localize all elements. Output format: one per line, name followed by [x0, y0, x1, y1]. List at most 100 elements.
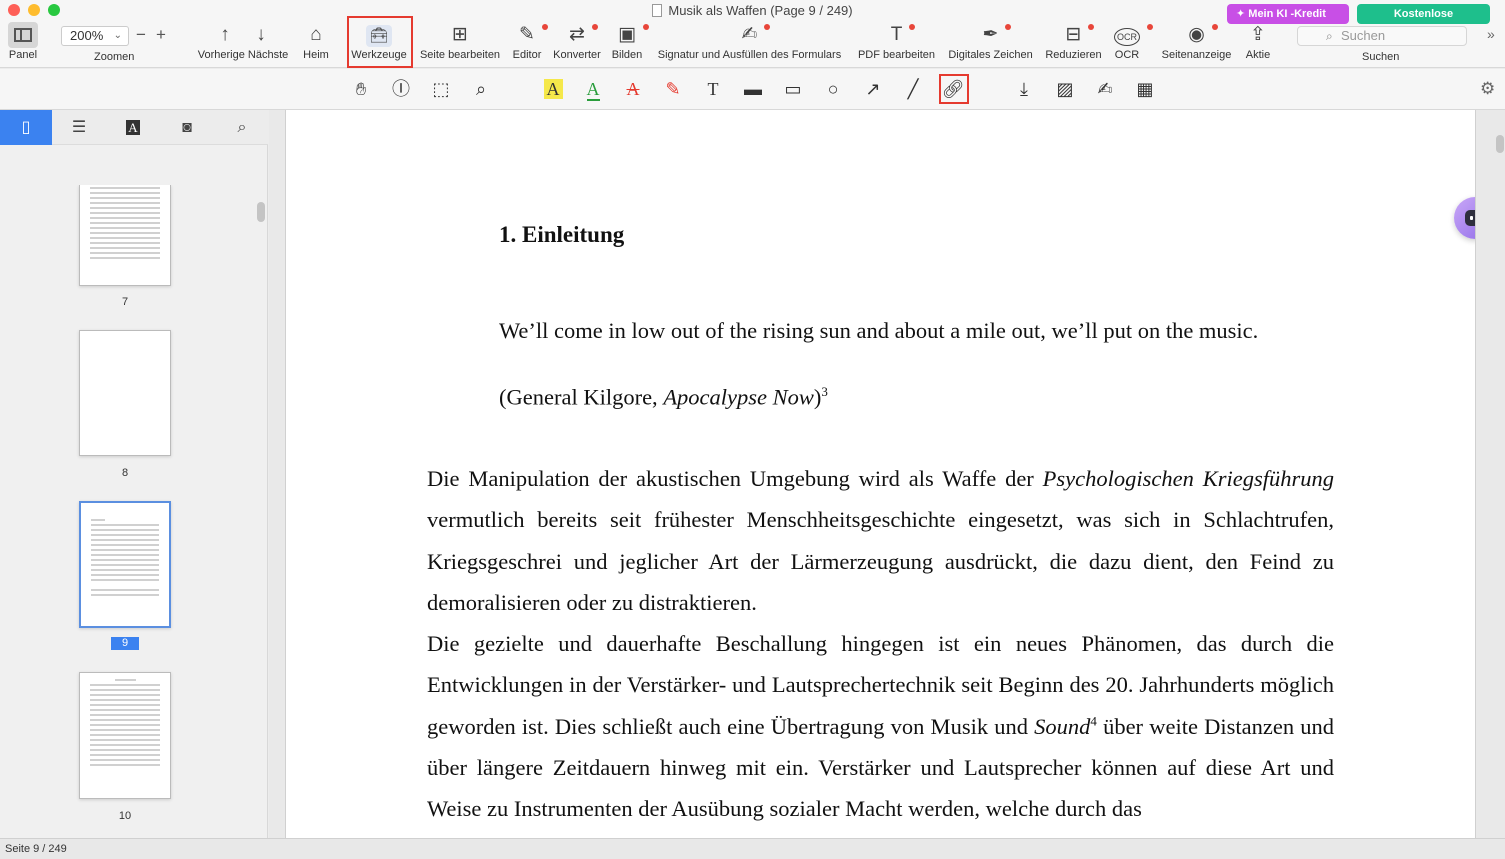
panel-button[interactable]: Panel	[6, 22, 40, 66]
table-icon[interactable]: ▦	[1132, 77, 1158, 101]
signature-icon[interactable]: ✍	[1092, 77, 1118, 101]
digital-sign-button[interactable]: ✒ Digitales Zeichen	[944, 22, 1037, 66]
search-icon: ⌕	[237, 119, 247, 136]
section-heading: 1. Einleitung	[499, 222, 625, 247]
image-button[interactable]: ▣ Bilden	[609, 22, 649, 66]
editor-button[interactable]: ✎ Editor	[510, 22, 548, 66]
text-cursor-icon: T	[855, 22, 938, 48]
page-thumbnail-8[interactable]	[79, 330, 171, 456]
insert-image-icon[interactable]: ▨	[1052, 77, 1078, 101]
arrow-up-icon[interactable]: ↑	[220, 24, 230, 45]
sign-fill-form-button[interactable]: ✍ Signatur und Ausfüllen des Formulars	[650, 22, 849, 66]
reduce-label: Reduzieren	[1045, 49, 1102, 61]
circle-icon[interactable]: ○	[820, 77, 846, 101]
zoom-area-icon[interactable]: ⌕	[468, 77, 494, 101]
edit-page-button[interactable]: ⊞ Seite bearbeiten	[416, 22, 504, 66]
share-button[interactable]: ⇪ Aktie	[1243, 22, 1273, 66]
prev-next-label: Vorherige Nächste	[197, 49, 289, 61]
gear-icon[interactable]: ⚙	[1480, 79, 1495, 99]
ai-credit-button[interactable]: ✦ Mein KI -Kredit	[1227, 4, 1349, 24]
page-view-button[interactable]: ◉ Seitenanzeige	[1158, 22, 1235, 66]
page-thumbnail-10[interactable]	[79, 672, 171, 799]
pdf-page[interactable]: 1. Einleitung We’ll come in low out of t…	[285, 110, 1476, 838]
zoom-value: 200%	[70, 28, 104, 43]
ai-assistant-button[interactable]	[1454, 197, 1475, 239]
free-trial-button[interactable]: Kostenlose Testphase	[1357, 4, 1490, 40]
area-select-icon[interactable]: ⬚	[428, 77, 454, 101]
footnote-ref-3[interactable]: 3	[821, 384, 828, 399]
prev-next-buttons: ↑ ↓ Vorherige Nächste	[193, 22, 293, 66]
page-icon: ▯	[21, 119, 31, 136]
comment-icon[interactable]: ▬	[740, 77, 766, 101]
underline-text-icon[interactable]: A	[580, 77, 606, 101]
page-thumbnail-7[interactable]	[79, 185, 171, 286]
sidebar-tabs: ▯ ☰ A ◙ ⌕	[0, 110, 268, 145]
page-number-8: 8	[121, 467, 129, 479]
search-input[interactable]: ⌕ Suchen	[1297, 26, 1467, 46]
prev-next-icons: ↑ ↓	[193, 22, 293, 48]
arrow-icon[interactable]: ↗	[860, 77, 886, 101]
text-box-icon[interactable]: T	[700, 77, 726, 101]
home-button[interactable]: ⌂ Heim	[300, 22, 332, 66]
thumbnail-list[interactable]: 7 8 9 10	[0, 185, 255, 838]
panel-label: Panel	[8, 49, 38, 61]
select-text-icon[interactable]: Ⓘ	[388, 77, 414, 101]
source-prefix: (General Kilgore,	[499, 384, 664, 410]
edit-page-label: Seite bearbeiten	[419, 49, 501, 61]
tab-fonts[interactable]: A	[107, 110, 159, 145]
hand-tool-icon[interactable]: ✋︎	[348, 77, 374, 101]
reduce-button[interactable]: ⊟ Reduzieren	[1043, 22, 1104, 66]
sidebar-scrollbar[interactable]	[257, 202, 265, 222]
tab-thumbnails[interactable]: ▯	[0, 110, 52, 145]
tab-snapshot[interactable]: ◙	[161, 110, 213, 145]
stamp-icon[interactable]: ⤓	[1011, 77, 1037, 101]
page-view-label: Seitenanzeige	[1161, 49, 1232, 61]
document-viewport[interactable]: 1. Einleitung We’ll come in low out of t…	[269, 110, 1505, 838]
p1-start: Die Manipulation der akustischen Umgebun…	[427, 466, 1043, 491]
page-indicator: Seite 9 / 249	[5, 843, 67, 855]
highlight-text-icon[interactable]: A	[540, 77, 566, 101]
grid-icon: ⊞	[452, 24, 468, 45]
sign-fill-label: Signatur und Ausfüllen des Formulars	[657, 49, 842, 61]
document-scrollbar[interactable]	[1496, 135, 1504, 153]
convert-icon: ⇄	[550, 22, 604, 48]
p1-rest: vermutlich bereits seit frühester Mensch…	[427, 507, 1334, 615]
thumbnail-content	[91, 519, 159, 599]
page-thumbnail-9[interactable]	[79, 501, 171, 628]
strikethrough-text-icon[interactable]: A	[620, 77, 646, 101]
ocr-badge: OCR	[1114, 28, 1140, 46]
rectangle-icon[interactable]: ▭	[780, 77, 806, 101]
chevron-double-right-icon[interactable]: »	[1487, 26, 1495, 42]
arrow-down-icon[interactable]: ↓	[256, 24, 266, 45]
image-icon: ▣	[609, 22, 649, 48]
chevron-down-icon: ⌄	[113, 30, 122, 41]
thumbnail-content	[90, 187, 160, 262]
zoom-in-button[interactable]: +	[156, 25, 166, 45]
converter-button[interactable]: ⇄ Konverter	[550, 22, 604, 66]
ocr-icon: OCR	[1112, 22, 1153, 48]
tab-outline[interactable]: ☰	[53, 110, 105, 145]
pen-nib-icon: ✒	[944, 22, 1037, 48]
thumbnail-sidebar: ▯ ☰ A ◙ ⌕ 7 8 9 10	[0, 110, 268, 838]
line-icon[interactable]: ╱	[900, 77, 926, 101]
page-number-9: 9	[79, 637, 171, 650]
annotation-toolbar: ✋︎ Ⓘ ⬚ ⌕ A A A ✎ T ▬ ▭ ○ ↗ ╱ 🔗︎ ⤓ ▨ ✍ ▦ …	[0, 69, 1505, 110]
eye-icon: ◉	[1158, 22, 1235, 48]
ocr-button[interactable]: OCR OCR	[1112, 22, 1153, 66]
zoom-select[interactable]: 200% ⌄	[61, 26, 129, 46]
robot-icon	[1465, 210, 1475, 226]
search-label: Suchen	[1362, 51, 1400, 63]
pdf-app-window: Musik als Waffen (Page 9 / 249) ✦ Mein K…	[0, 0, 1505, 859]
window-title-text: Musik als Waffen (Page 9 / 249)	[668, 3, 853, 18]
tab-search[interactable]: ⌕	[216, 110, 268, 145]
page-number-7: 7	[121, 296, 129, 308]
edit-icon: ✎	[510, 22, 548, 48]
share-icon: ⇪	[1250, 24, 1266, 45]
zoom-out-button[interactable]: −	[136, 25, 146, 45]
pencil-draw-icon[interactable]: ✎	[660, 77, 686, 101]
edit-pdf-button[interactable]: T PDF bearbeiten	[855, 22, 938, 66]
converter-label: Konverter	[553, 49, 601, 61]
document-icon	[652, 4, 663, 17]
tools-highlight-frame	[347, 16, 413, 68]
share-label: Aktie	[1245, 49, 1271, 61]
